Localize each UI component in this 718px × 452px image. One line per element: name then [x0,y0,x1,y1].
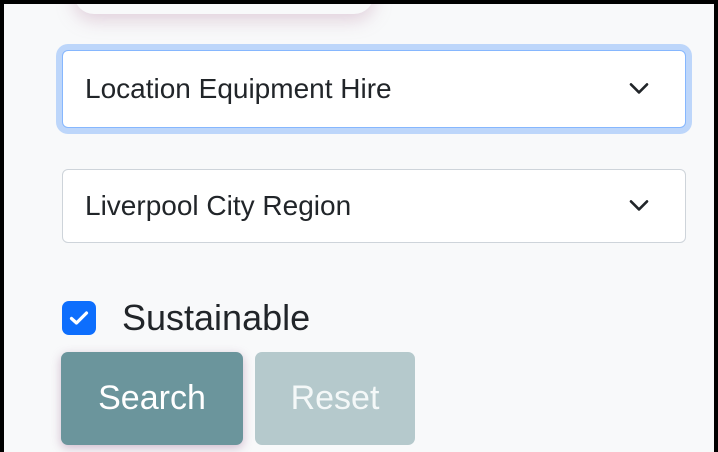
sustainable-checkbox[interactable] [62,301,96,335]
region-select[interactable]: Liverpool City Region [62,169,686,243]
chevron-down-icon [629,200,649,211]
chevron-down-icon [629,83,649,94]
category-select-value: Location Equipment Hire [85,73,392,104]
search-button[interactable]: Search [61,352,243,445]
category-select[interactable]: Location Equipment Hire [62,50,686,128]
check-icon [69,311,89,325]
filter-panel: Location Equipment Hire Liverpool City R… [0,0,718,452]
reset-button[interactable]: Reset [255,352,415,445]
sustainable-option: Sustainable [62,296,310,340]
header-shadow [74,4,374,14]
region-select-value: Liverpool City Region [85,190,352,221]
sustainable-label[interactable]: Sustainable [122,297,310,339]
